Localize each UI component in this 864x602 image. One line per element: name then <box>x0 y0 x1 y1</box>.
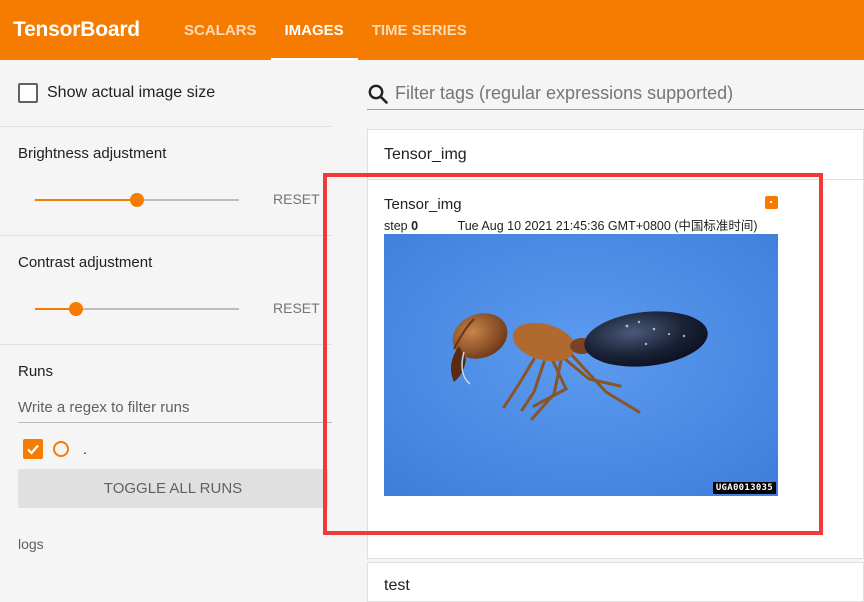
tag-card-header[interactable]: Tensor_img <box>368 130 863 180</box>
top-app-bar: TensorBoard SCALARS IMAGES TIME SERIES <box>0 0 864 60</box>
ant-image[interactable]: UGA0013035 <box>384 234 778 496</box>
sidebar: Show actual image size Brightness adjust… <box>0 60 332 595</box>
contrast-slider[interactable] <box>35 302 239 316</box>
tab-scalars[interactable]: SCALARS <box>170 0 271 60</box>
run-checkbox[interactable] <box>23 439 43 459</box>
image-watermark: UGA0013035 <box>712 482 776 494</box>
step-value: 0 <box>411 219 419 233</box>
tag-card-test[interactable]: test <box>367 562 864 602</box>
search-icon <box>368 84 388 104</box>
image-tag: Tensor_img <box>384 196 462 213</box>
tab-images[interactable]: IMAGES <box>270 0 358 60</box>
show-actual-size-checkbox[interactable] <box>18 83 38 103</box>
image-timestamp: Tue Aug 10 2021 21:45:36 GMT+0800 (中国标准时… <box>457 219 758 233</box>
slider-fill <box>35 199 137 201</box>
brightness-slider[interactable] <box>35 193 239 207</box>
plugin-tabs: SCALARS IMAGES TIME SERIES <box>170 0 481 60</box>
ant-illustration <box>384 234 778 496</box>
brightness-reset-button[interactable]: RESET <box>273 191 320 207</box>
contrast-section: Contrast adjustment RESET <box>0 236 332 345</box>
slider-thumb[interactable] <box>68 302 83 316</box>
actual-size-section: Show actual image size <box>0 60 332 127</box>
image-panel: Tensor_img step 0 Tue Aug 10 2021 21:45:… <box>384 196 779 496</box>
show-actual-size-label[interactable]: Show actual image size <box>47 84 215 102</box>
runs-section: Runs . TOGGLE ALL RUNS logs <box>0 345 332 565</box>
brightness-label: Brightness adjustment <box>18 145 167 162</box>
run-color-dot <box>765 196 778 209</box>
tag-card: Tensor_img Tensor_img step 0 Tue Aug 10 … <box>367 129 864 559</box>
run-color-swatch[interactable] <box>53 441 69 457</box>
tab-time-series[interactable]: TIME SERIES <box>358 0 481 60</box>
run-item[interactable]: . <box>23 439 87 459</box>
run-name: . <box>83 441 87 457</box>
check-icon <box>27 444 39 455</box>
app-title[interactable]: TensorBoard <box>0 18 170 42</box>
logdir-label: logs <box>18 536 44 552</box>
slider-thumb[interactable] <box>130 193 144 207</box>
toggle-all-runs-button[interactable]: TOGGLE ALL RUNS <box>18 469 328 508</box>
brightness-section: Brightness adjustment RESET <box>0 127 332 236</box>
runs-title: Runs <box>18 363 54 380</box>
contrast-label: Contrast adjustment <box>18 254 153 271</box>
main-content: Tensor_img Tensor_img step 0 Tue Aug 10 … <box>332 60 864 602</box>
runs-filter-input[interactable] <box>18 393 332 423</box>
step-label: step <box>384 219 408 233</box>
contrast-reset-button[interactable]: RESET <box>273 300 320 316</box>
tag-filter <box>367 78 864 110</box>
tag-filter-input[interactable] <box>395 83 855 104</box>
image-meta: step 0 Tue Aug 10 2021 21:45:36 GMT+0800… <box>384 215 779 234</box>
